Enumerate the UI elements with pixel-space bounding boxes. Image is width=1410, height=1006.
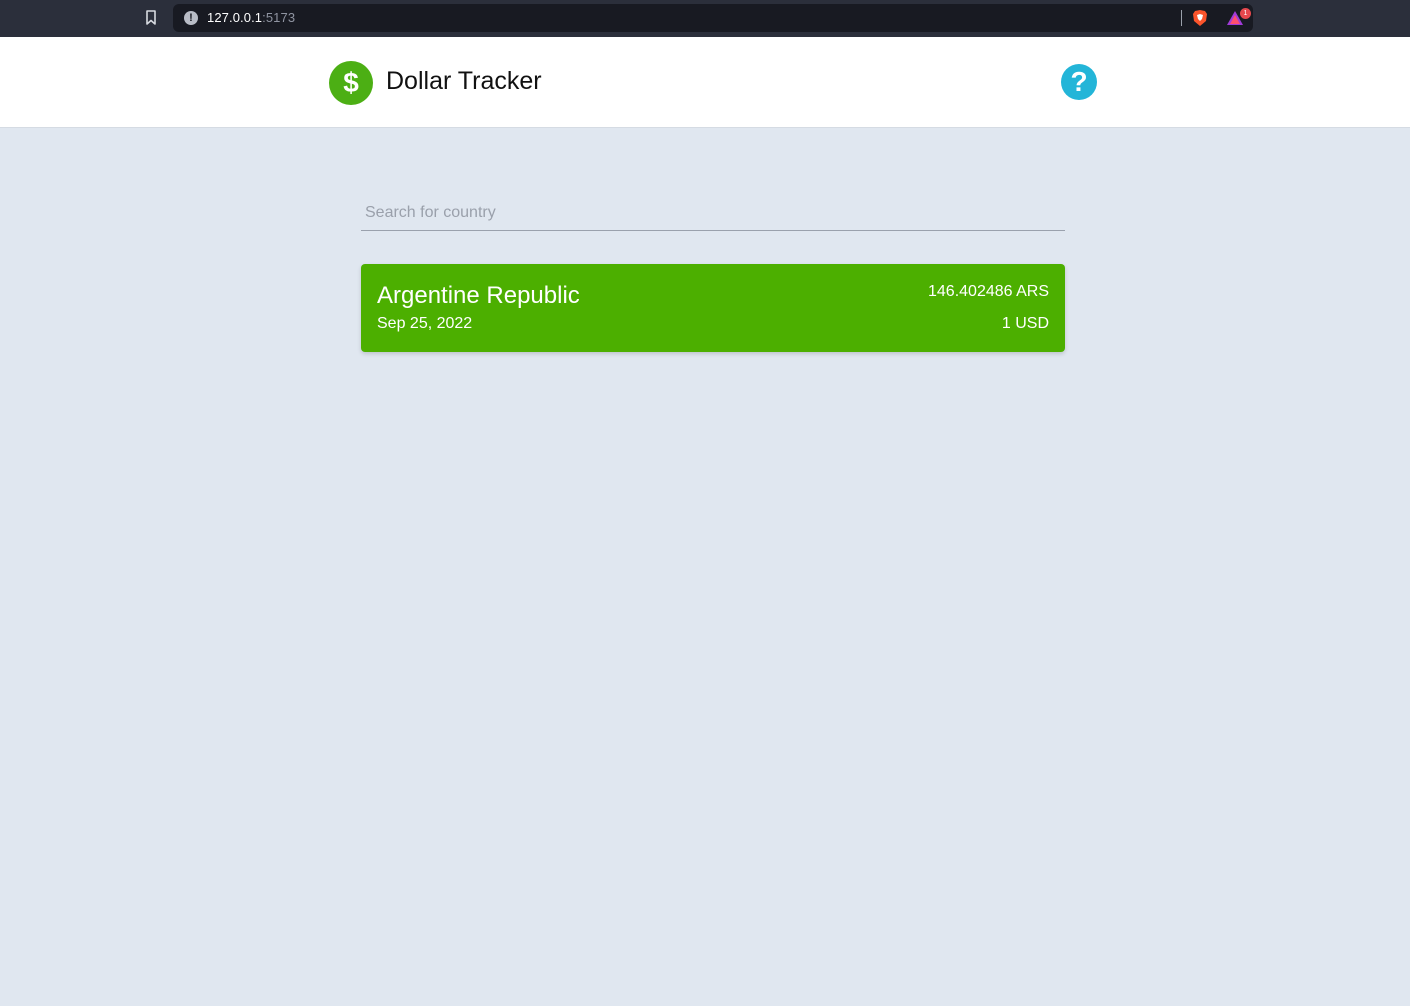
dollar-logo-icon: $ [329,61,373,105]
country-card[interactable]: Argentine Republic Sep 25, 2022 146.4024… [361,264,1065,352]
card-country-name: Argentine Republic [377,282,580,309]
card-base-amount: 1 USD [1001,315,1049,332]
bookmark-icon[interactable] [145,10,157,26]
browser-toolbar: ! 127.0.0.1:5173 1 [0,0,1410,37]
info-icon[interactable]: ! [184,11,198,25]
help-icon[interactable]: ? [1061,64,1097,100]
url-text[interactable]: 127.0.0.1:5173 [207,10,295,25]
url-host: 127.0.0.1 [207,10,263,25]
rewards-badge: 1 [1240,8,1251,19]
app-title: Dollar Tracker [386,67,542,95]
app-header: $ Dollar Tracker ? [0,37,1410,128]
brave-shield-icon[interactable] [1192,9,1208,27]
card-date: Sep 25, 2022 [377,315,473,332]
address-bar[interactable]: ! 127.0.0.1:5173 1 [173,4,1253,32]
url-divider [1181,10,1182,26]
url-port: :5173 [262,10,296,25]
card-exchange-rate: 146.402486 ARS [928,283,1049,300]
search-input[interactable] [361,195,1065,231]
